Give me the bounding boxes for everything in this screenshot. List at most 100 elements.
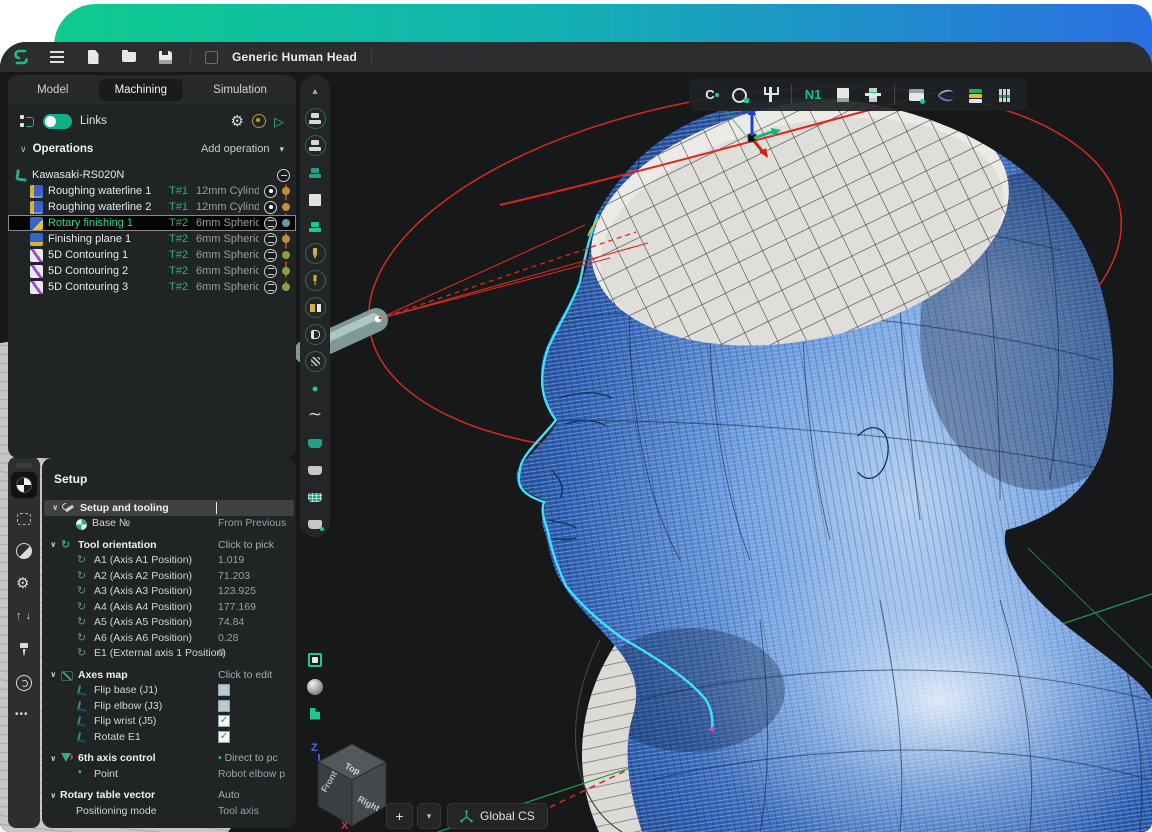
viewport-tool-stamp[interactable] bbox=[300, 132, 330, 159]
setup-row[interactable]: A3 (Axis A3 Position)123.925 bbox=[42, 584, 296, 600]
setup-row[interactable]: A2 (Axis A2 Position)71.203 bbox=[42, 568, 296, 584]
viewport-tool-mesh[interactable] bbox=[300, 483, 330, 510]
cs-dropdown-button[interactable]: ▾ bbox=[417, 803, 441, 829]
play-icon[interactable]: ▷ bbox=[274, 115, 284, 128]
setup-row[interactable]: A5 (Axis A5 Position)74.84 bbox=[42, 615, 296, 631]
viewport-tool-head[interactable] bbox=[300, 321, 330, 348]
setup-value[interactable]: Tool axis bbox=[218, 805, 259, 817]
model-checkbox-icon[interactable] bbox=[205, 51, 218, 64]
setup-value[interactable]: 74.84 bbox=[218, 616, 244, 628]
checkbox[interactable] bbox=[218, 715, 230, 727]
setup-row[interactable]: Rotate E1 bbox=[42, 729, 296, 745]
viewport-tool-stamp-green[interactable] bbox=[300, 213, 330, 240]
viewport-tool-point[interactable] bbox=[300, 375, 330, 402]
viewport-tool-flag[interactable] bbox=[300, 700, 330, 727]
rail-item-base[interactable] bbox=[11, 472, 37, 498]
links-toggle[interactable] bbox=[43, 114, 72, 129]
setup-value[interactable]: 123.925 bbox=[218, 585, 256, 597]
toolbar-panel[interactable] bbox=[905, 83, 927, 107]
menu-icon[interactable] bbox=[46, 47, 68, 67]
setup-value[interactable]: Direct to pc bbox=[218, 752, 278, 764]
chevron-down-icon[interactable]: ∨ bbox=[50, 670, 60, 679]
viewport-tool-sphere[interactable] bbox=[300, 673, 330, 700]
toolbar-probe[interactable] bbox=[699, 83, 721, 107]
viewport-tool-patch-gray[interactable] bbox=[300, 456, 330, 483]
circle-eq-icon[interactable] bbox=[264, 233, 277, 246]
app-logo[interactable] bbox=[10, 47, 32, 67]
circle-dot-icon[interactable] bbox=[264, 185, 277, 198]
circle-eq-icon[interactable] bbox=[264, 281, 277, 294]
toolbar-holder[interactable] bbox=[862, 83, 884, 107]
chevron-down-icon[interactable]: ∨ bbox=[50, 540, 60, 549]
rail-item-feeds[interactable] bbox=[11, 604, 37, 630]
viewport-tool-square[interactable] bbox=[300, 186, 330, 213]
setup-row[interactable]: A1 (Axis A1 Position)1.019 bbox=[42, 553, 296, 569]
viewport-tool-drill[interactable] bbox=[300, 267, 330, 294]
rail-item-strategy[interactable] bbox=[11, 538, 37, 564]
save-icon[interactable] bbox=[154, 47, 176, 67]
setup-value[interactable]: 1.019 bbox=[218, 554, 244, 566]
links-graph-icon[interactable] bbox=[20, 114, 35, 128]
open-file-icon[interactable] bbox=[118, 47, 140, 67]
setup-value[interactable]: 0.28 bbox=[218, 632, 238, 644]
sync-icon[interactable] bbox=[252, 114, 266, 128]
chevron-down-icon[interactable]: ∨ bbox=[52, 503, 62, 512]
setup-row[interactable]: ∨Setup and tooling bbox=[44, 500, 294, 516]
new-file-icon[interactable] bbox=[82, 47, 104, 67]
setup-value[interactable]: Click to edit bbox=[218, 669, 272, 681]
checkbox[interactable] bbox=[218, 684, 230, 696]
setup-value[interactable]: Robot elbow p bbox=[218, 768, 285, 780]
viewport-tool-hatch[interactable] bbox=[300, 348, 330, 375]
setup-value[interactable]: 177.169 bbox=[218, 601, 256, 613]
setup-value[interactable]: From Previous bbox=[218, 517, 286, 529]
setup-row[interactable]: A4 (Axis A4 Position)177.169 bbox=[42, 599, 296, 615]
viewport-tool-fit[interactable] bbox=[300, 646, 330, 673]
rail-item-tool[interactable] bbox=[11, 637, 37, 663]
chevron-down-icon[interactable]: ∨ bbox=[20, 144, 27, 155]
gear-icon[interactable]: ⚙ bbox=[231, 114, 244, 129]
setup-row[interactable]: PointRobot elbow p bbox=[42, 766, 296, 782]
toolbar-stock[interactable] bbox=[832, 83, 854, 107]
operation-row[interactable]: Roughing waterline 1T#112mm Cylindrica bbox=[8, 183, 296, 199]
setup-value[interactable]: 71.203 bbox=[218, 570, 250, 582]
toolbar-n1[interactable]: N1 bbox=[802, 83, 824, 107]
circle-eq-icon[interactable] bbox=[264, 265, 277, 278]
chevron-down-icon[interactable]: ▾ bbox=[279, 144, 284, 155]
machine-row[interactable]: Kawasaki-RS020N bbox=[8, 167, 296, 183]
circle-eq-icon[interactable] bbox=[264, 249, 277, 262]
setup-row[interactable]: Flip base (J1) bbox=[42, 683, 296, 699]
setup-row[interactable]: Positioning modeTool axis bbox=[42, 803, 296, 819]
setup-row[interactable]: ∨Axes mapClick to edit bbox=[42, 667, 296, 683]
setup-row[interactable]: E1 (External axis 1 Position)0 bbox=[42, 646, 296, 662]
setup-row[interactable]: Base №From Previous bbox=[42, 516, 296, 532]
setup-row[interactable]: ∨6th axis controlDirect to pc bbox=[42, 751, 296, 767]
setup-value[interactable]: 0 bbox=[218, 647, 224, 659]
viewport-tool-mill[interactable] bbox=[300, 240, 330, 267]
setup-row[interactable]: ∨Tool orientationClick to pick bbox=[42, 537, 296, 553]
toolbar-bars[interactable] bbox=[995, 83, 1017, 107]
checkbox[interactable] bbox=[218, 700, 230, 712]
operation-row[interactable]: Roughing waterline 2T#112mm Cylindrica bbox=[8, 199, 296, 215]
viewport-tool-patch-dot[interactable] bbox=[300, 510, 330, 537]
rail-item-parameters[interactable] bbox=[11, 571, 37, 597]
circle-dot-icon[interactable] bbox=[264, 201, 277, 214]
operation-row[interactable]: 5D Contouring 2T#26mm Spherical r bbox=[8, 263, 296, 279]
operation-row[interactable]: 5D Contouring 1T#26mm Spherical r bbox=[8, 247, 296, 263]
setup-value[interactable]: Auto bbox=[218, 789, 240, 801]
setup-row[interactable]: Flip wrist (J5) bbox=[42, 714, 296, 730]
checkbox[interactable] bbox=[218, 731, 230, 743]
tab-machining[interactable]: Machining bbox=[99, 79, 183, 101]
toolbar-layers[interactable] bbox=[965, 83, 987, 107]
tab-simulation[interactable]: Simulation bbox=[197, 79, 283, 101]
rail-handle[interactable] bbox=[15, 463, 33, 468]
viewport-tool-patch-teal[interactable] bbox=[300, 429, 330, 456]
setup-row[interactable]: ∨Rotary table vectorAuto bbox=[42, 788, 296, 804]
toolbar-caliper[interactable] bbox=[759, 83, 781, 107]
setup-row[interactable]: A6 (Axis A6 Position)0.28 bbox=[42, 630, 296, 646]
operation-row[interactable]: Rotary finishing 1T#26mm Spherical r bbox=[8, 215, 296, 231]
chevron-down-icon[interactable]: ∨ bbox=[50, 754, 60, 763]
setup-row[interactable]: Flip elbow (J3) bbox=[42, 698, 296, 714]
tab-model[interactable]: Model bbox=[21, 79, 84, 101]
toolbar-path[interactable] bbox=[935, 83, 957, 107]
add-cs-button[interactable]: + bbox=[386, 803, 413, 829]
